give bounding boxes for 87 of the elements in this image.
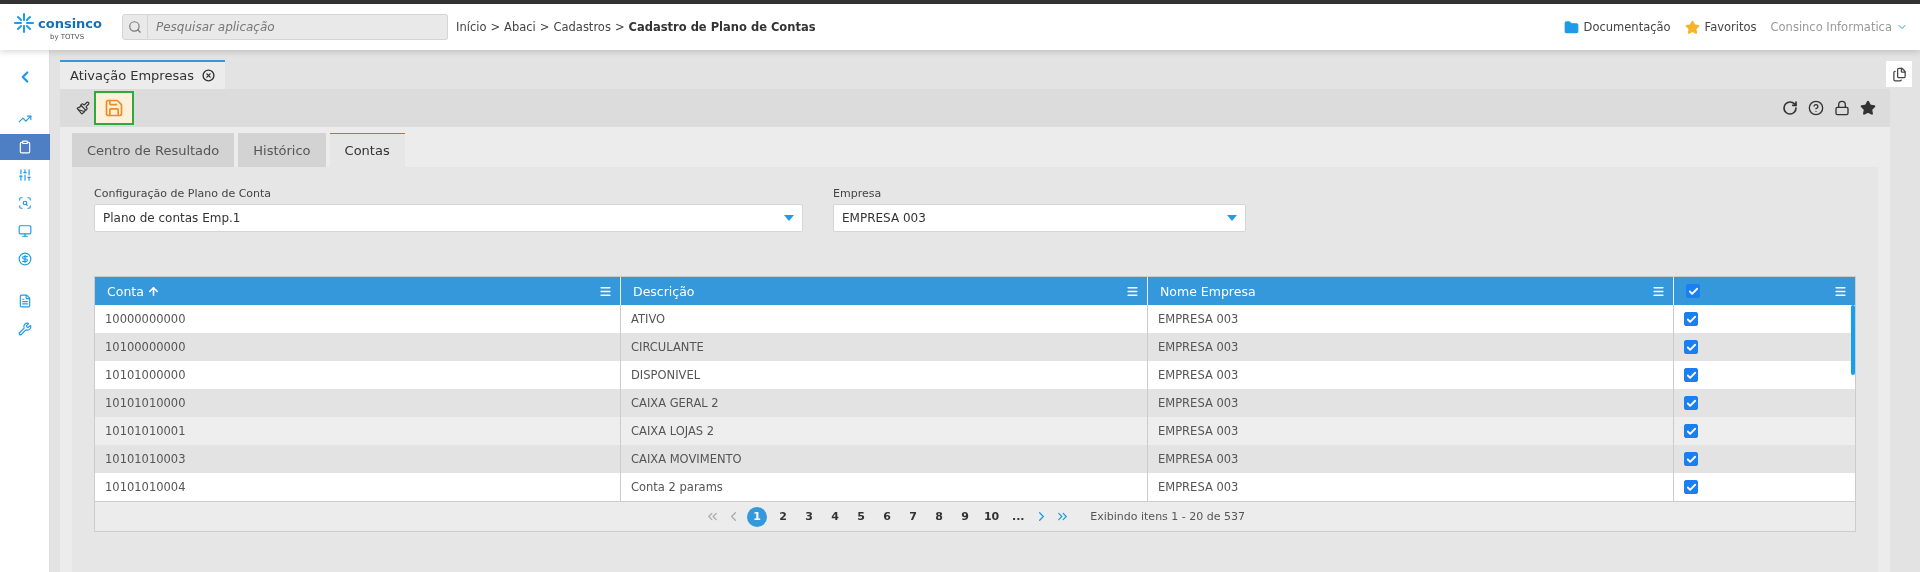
document-icon xyxy=(17,294,32,308)
page-button[interactable]: 9 xyxy=(954,506,975,527)
row-checkbox[interactable] xyxy=(1684,424,1698,438)
row-checkbox[interactable] xyxy=(1684,452,1698,466)
row-checkbox[interactable] xyxy=(1684,312,1698,326)
breadcrumb-link[interactable]: Abaci xyxy=(504,20,536,34)
menu-icon xyxy=(1652,284,1665,298)
lock-button[interactable] xyxy=(1834,100,1850,116)
caret-icon xyxy=(784,215,794,221)
column-menu-button[interactable] xyxy=(599,284,612,298)
header-link-label: Favoritos xyxy=(1704,20,1757,34)
page-button[interactable]: 5 xyxy=(850,506,871,527)
header-link-label: Documentação xyxy=(1583,20,1671,34)
select-field[interactable]: EMPRESA 003 xyxy=(833,204,1246,232)
page-button[interactable]: 10 xyxy=(980,506,1003,527)
search-field[interactable]: Pesquisar aplicação xyxy=(148,14,448,40)
breadcrumb-current: Cadastro de Plano de Contas xyxy=(628,20,816,34)
clear-button[interactable] xyxy=(76,101,90,115)
breadcrumb-separator: > xyxy=(539,20,550,34)
page-button[interactable]: 4 xyxy=(824,506,845,527)
column-title: Conta xyxy=(107,283,144,299)
tools-icon xyxy=(17,322,32,336)
close-windows-button[interactable] xyxy=(1886,61,1912,87)
sliders-icon xyxy=(17,168,32,182)
tab[interactable]: Histórico xyxy=(238,133,326,167)
header-link[interactable]: Documentação xyxy=(1563,19,1671,35)
select-all-checkbox[interactable] xyxy=(1686,284,1700,298)
dollar-icon xyxy=(17,252,32,266)
tab[interactable]: Centro de Resultado xyxy=(72,133,235,167)
pagination-info: Exibindo itens 1 - 20 de 537 xyxy=(1090,510,1246,523)
column-title: Nome Empresa xyxy=(1160,283,1256,299)
header-link[interactable]: Favoritos xyxy=(1684,19,1757,35)
page-button[interactable]: 3 xyxy=(798,506,819,527)
save-icon xyxy=(104,98,124,118)
menu-icon xyxy=(1126,284,1139,298)
windows-icon xyxy=(1891,66,1907,82)
scrollbar[interactable] xyxy=(1851,305,1855,375)
column-title: Descrição xyxy=(633,283,695,299)
table-row[interactable]: 10101010003 CAIXA MOVIMENTO EMPRESA 003 xyxy=(95,445,1855,473)
lock-icon xyxy=(1834,100,1850,116)
field-label: Configuração de Plano de Conta xyxy=(94,187,273,200)
tab[interactable]: Contas xyxy=(329,133,405,167)
select-field[interactable]: Plano de contas Emp.1 xyxy=(94,204,803,232)
more-pages-button[interactable]: ... xyxy=(1008,506,1029,527)
help-button[interactable] xyxy=(1808,100,1824,116)
column-menu-button[interactable] xyxy=(1834,284,1847,298)
page-tab-label: Ativação Empresas xyxy=(70,68,194,83)
breadcrumb-link[interactable]: Início xyxy=(456,20,487,34)
search-icon xyxy=(17,196,32,210)
star-icon xyxy=(1684,19,1700,35)
page-button[interactable]: 8 xyxy=(928,506,949,527)
search-icon xyxy=(128,20,142,34)
help-icon xyxy=(1808,100,1824,116)
field-label: Empresa xyxy=(833,187,883,200)
close-icon xyxy=(201,69,215,82)
star-icon xyxy=(1860,100,1876,116)
folder-icon xyxy=(1563,19,1579,35)
caret-icon xyxy=(1227,215,1237,221)
monitor-icon xyxy=(17,224,32,238)
breadcrumb-link[interactable]: Cadastros xyxy=(553,20,611,34)
menu-icon xyxy=(1834,284,1847,298)
clipboard-icon xyxy=(17,140,32,154)
brush-icon xyxy=(76,101,90,115)
page-button[interactable]: 7 xyxy=(902,506,923,527)
column-menu-button[interactable] xyxy=(1652,284,1665,298)
table-row[interactable]: 10101010000 CAIXA GERAL 2 EMPRESA 003 xyxy=(95,389,1855,417)
menu-icon xyxy=(599,284,612,298)
page-button[interactable]: 2 xyxy=(772,506,793,527)
close-button[interactable] xyxy=(201,69,215,82)
row-checkbox[interactable] xyxy=(1684,480,1698,494)
row-checkbox[interactable] xyxy=(1684,368,1698,382)
column-menu-button[interactable] xyxy=(1126,284,1139,298)
brand-name: consinco xyxy=(38,15,102,31)
breadcrumb-separator: > xyxy=(614,20,625,34)
sort-arrow-icon xyxy=(146,284,160,298)
row-checkbox[interactable] xyxy=(1684,340,1698,354)
search-button[interactable] xyxy=(122,14,148,40)
table-row[interactable]: 10101010001 CAIXA LOJAS 2 EMPRESA 003 xyxy=(95,417,1855,445)
refresh-icon xyxy=(1782,100,1798,116)
refresh-button[interactable] xyxy=(1782,100,1798,116)
sidebar-item[interactable] xyxy=(0,134,50,160)
page-tab[interactable]: Ativação Empresas xyxy=(60,60,225,89)
row-checkbox[interactable] xyxy=(1684,396,1698,410)
page-button[interactable]: 6 xyxy=(876,506,897,527)
logo-icon xyxy=(14,13,34,33)
breadcrumb-separator: > xyxy=(490,20,501,34)
favorite-button[interactable] xyxy=(1860,100,1876,116)
